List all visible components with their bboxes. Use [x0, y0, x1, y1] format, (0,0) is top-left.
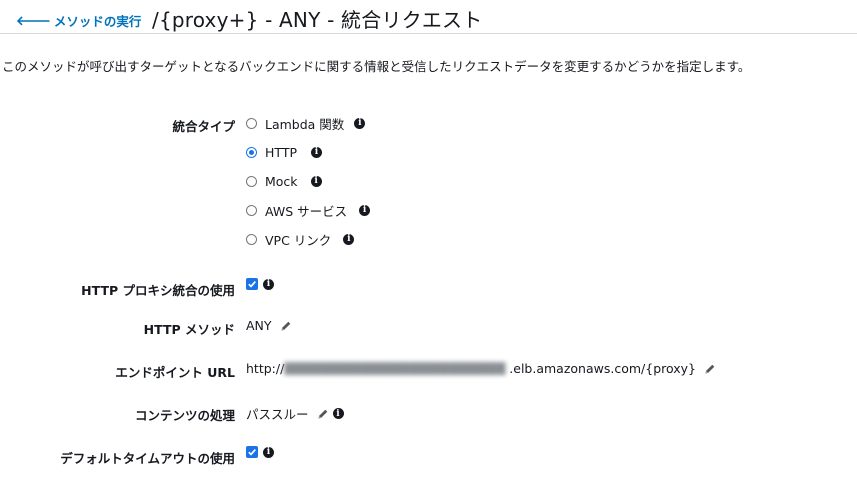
http-proxy-checkbox[interactable]: [246, 278, 258, 290]
back-to-method-execution-link[interactable]: 🡐 メソッドの実行: [16, 11, 141, 30]
info-icon[interactable]: i: [332, 408, 344, 419]
edit-pencil-icon[interactable]: [280, 320, 292, 332]
http-method-value: ANY: [246, 318, 272, 333]
page-title: /{proxy+} - ANY - 統合リクエスト: [152, 8, 483, 32]
page-description: このメソッドが呼び出すターゲットとなるバックエンドに関する情報と受信したリクエス…: [2, 59, 751, 74]
integration-type-label: 統合タイプ: [172, 119, 235, 134]
back-link-label: メソッドの実行: [53, 14, 142, 29]
endpoint-url-prefix: http://: [246, 361, 285, 376]
option-label: Lambda 関数: [265, 116, 345, 132]
default-timeout-label: デフォルトタイムアウトの使用: [60, 451, 235, 466]
radio-button[interactable]: [246, 204, 257, 216]
integration-option-mock[interactable]: Mock i: [246, 172, 322, 190]
redacted-url-segment: ███████████████████████: [284, 362, 506, 375]
info-icon[interactable]: i: [263, 278, 274, 290]
info-icon[interactable]: i: [263, 446, 274, 458]
http-proxy-label: HTTP プロキシ統合の使用: [81, 283, 235, 298]
radio-button-selected[interactable]: [246, 146, 257, 158]
integration-option-http[interactable]: HTTP i: [246, 143, 322, 161]
integration-option-aws-service[interactable]: AWS サービス i: [246, 201, 371, 219]
default-timeout-row: i: [246, 446, 274, 458]
info-icon[interactable]: i: [311, 146, 322, 158]
edit-pencil-icon[interactable]: [317, 408, 329, 420]
page-header: 🡐 メソッドの実行 /{proxy+} - ANY - 統合リクエスト: [0, 0, 857, 34]
radio-button[interactable]: [246, 117, 257, 129]
integration-option-lambda[interactable]: Lambda 関数 i: [246, 114, 366, 132]
info-icon[interactable]: i: [310, 175, 322, 187]
endpoint-url-label: エンドポイント URL: [115, 365, 235, 380]
option-label: HTTP: [265, 144, 297, 160]
content-handling-value: パススルー: [246, 407, 309, 422]
content-handling-row: パススルー i: [246, 404, 344, 423]
checkmark-icon: [248, 449, 256, 456]
http-method-label: HTTP メソッド: [143, 322, 235, 337]
edit-pencil-icon[interactable]: [704, 363, 716, 375]
option-label: Mock: [265, 173, 298, 189]
arrow-left-icon: 🡐: [16, 13, 51, 29]
radio-button[interactable]: [246, 175, 257, 187]
option-label: AWS サービス: [265, 203, 348, 219]
endpoint-url-row: http:// ███████████████████████ .elb.ama…: [246, 361, 716, 376]
checkmark-icon: [248, 281, 256, 288]
http-proxy-row: i: [246, 278, 274, 290]
option-label: VPC リンク: [265, 232, 332, 248]
info-icon[interactable]: i: [359, 204, 371, 216]
title-divider: [0, 33, 857, 34]
endpoint-url-suffix: .elb.amazonaws.com/{proxy}: [509, 361, 697, 376]
http-method-row: ANY: [246, 318, 292, 333]
integration-option-vpc-link[interactable]: VPC リンク i: [246, 230, 355, 248]
info-icon[interactable]: i: [354, 117, 366, 129]
radio-button[interactable]: [246, 233, 257, 245]
content-handling-label: コンテンツの処理: [134, 408, 235, 423]
info-icon[interactable]: i: [343, 233, 355, 245]
default-timeout-checkbox[interactable]: [246, 446, 258, 458]
